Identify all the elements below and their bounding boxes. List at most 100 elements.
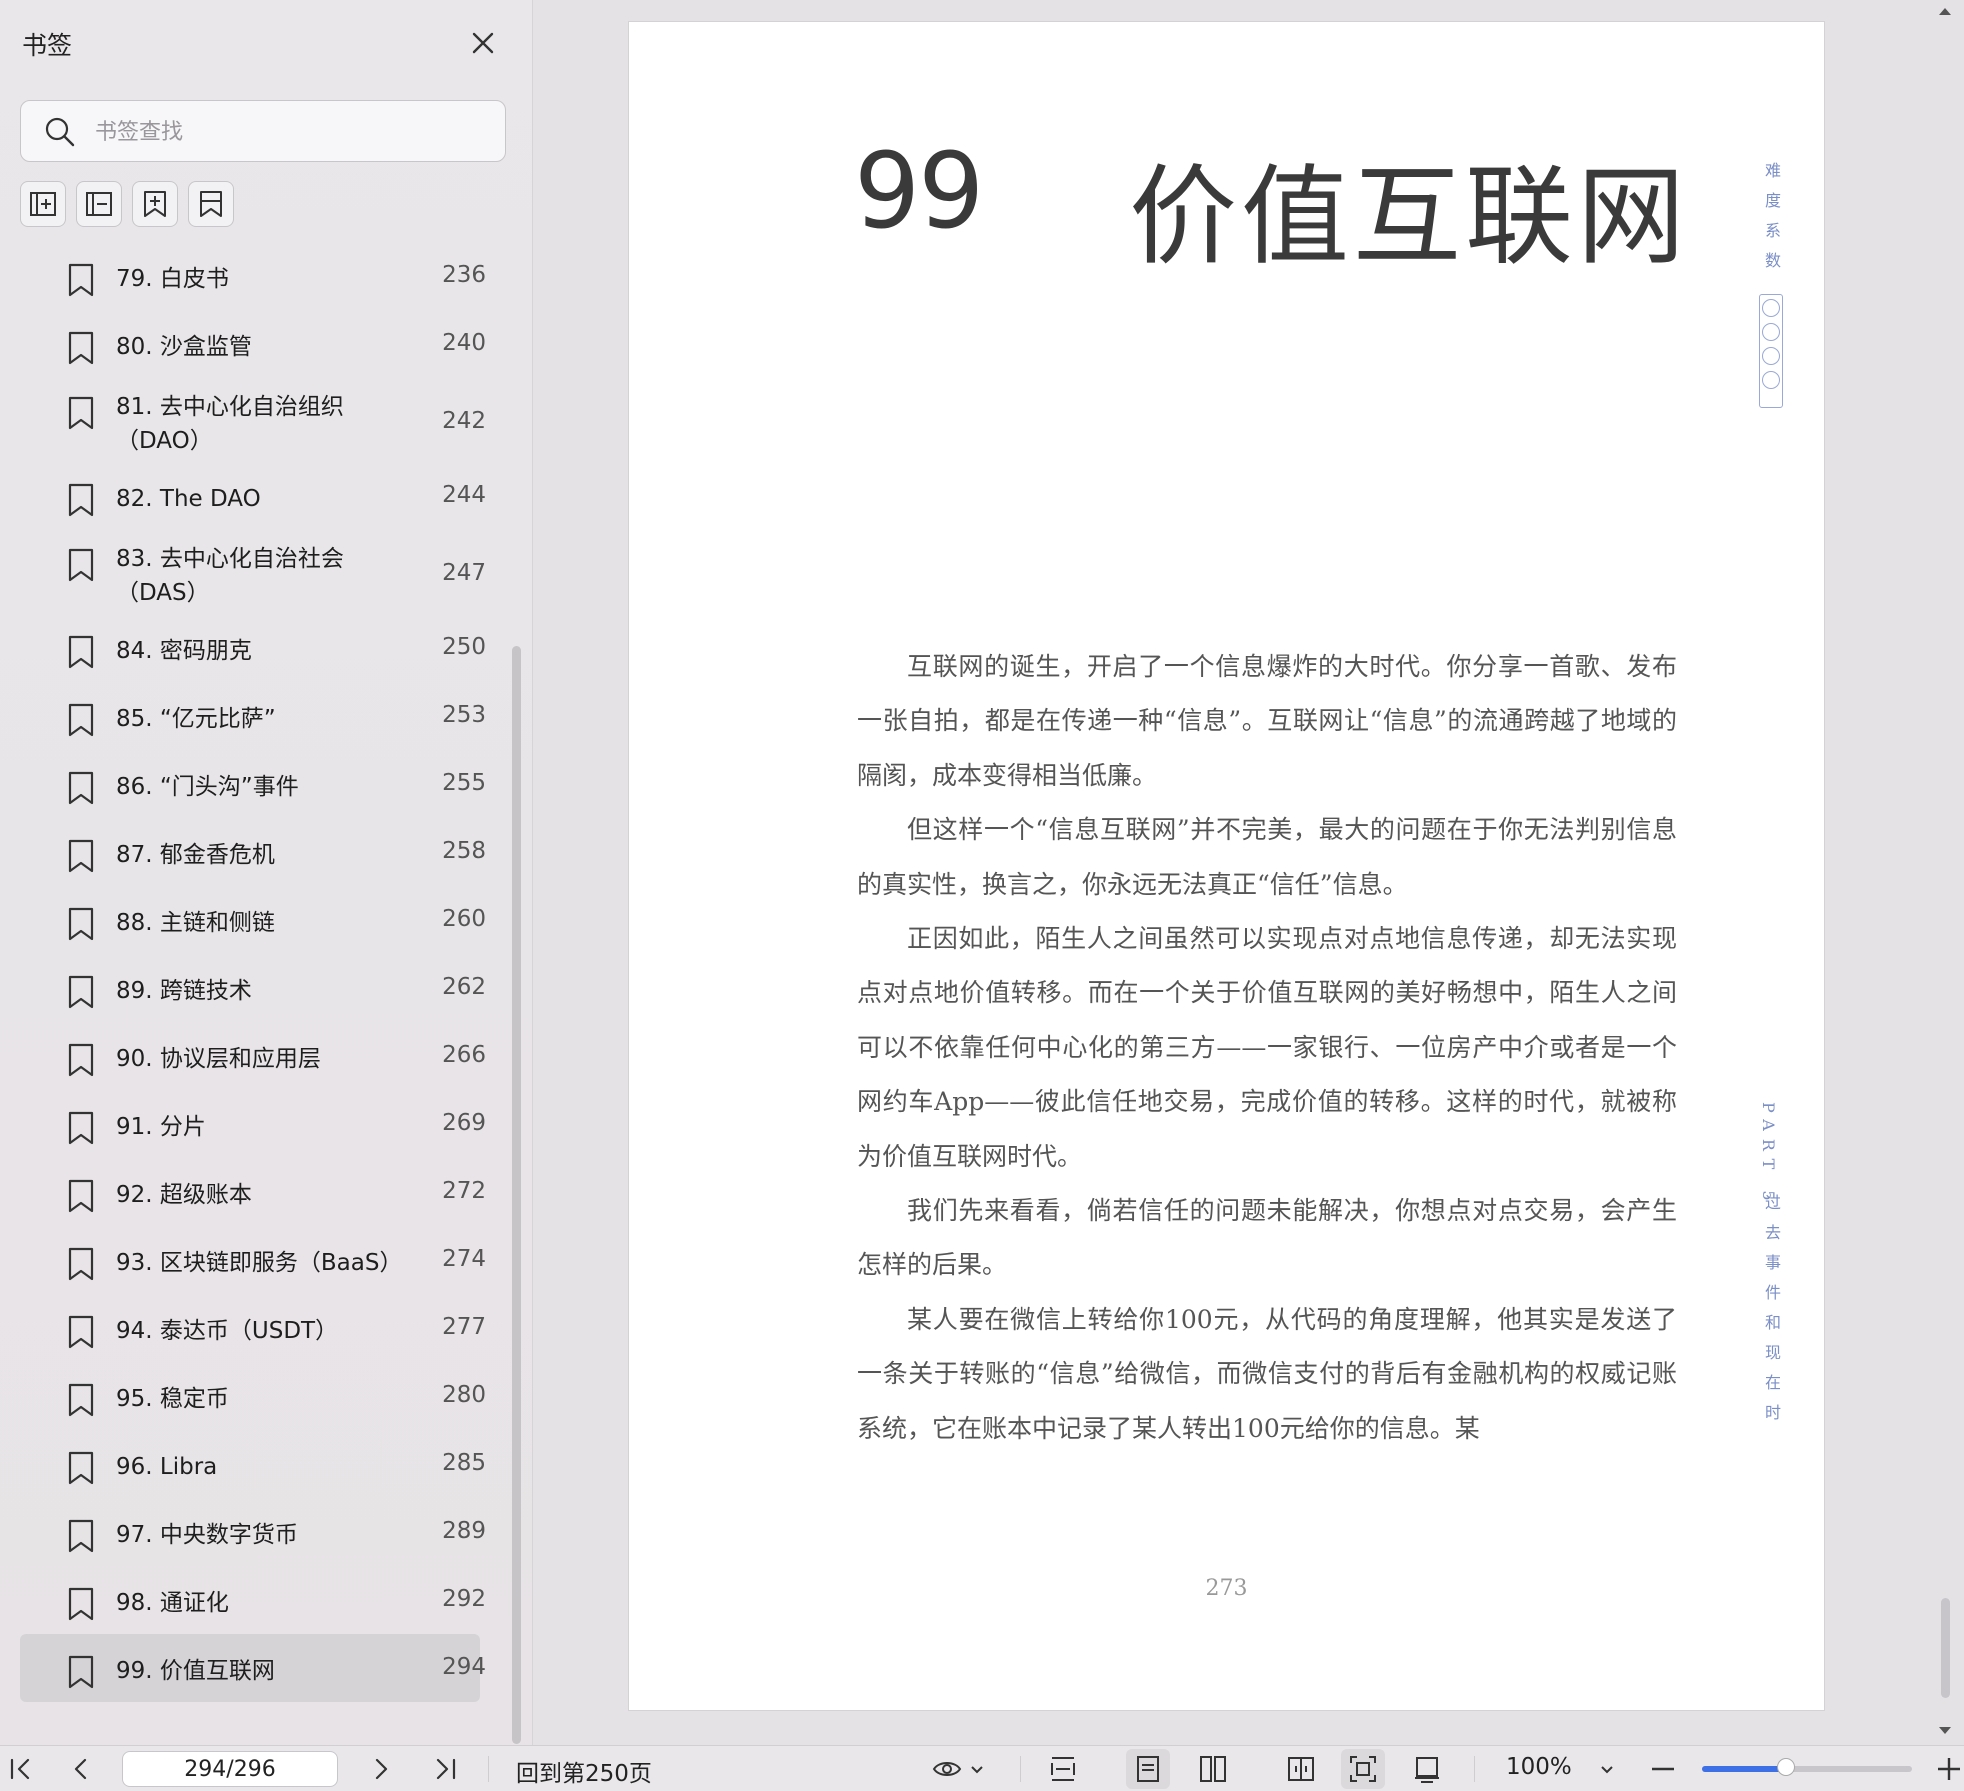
expand-all-icon — [30, 192, 56, 216]
bookmark-item[interactable]: 79. 白皮书 236 — [20, 246, 486, 314]
bookmark-icon — [68, 483, 94, 517]
bookmark-label: 97. 中央数字货币 — [116, 1522, 298, 1548]
last-page-icon[interactable] — [430, 1754, 460, 1784]
chevron-down-icon[interactable] — [966, 1754, 988, 1784]
page-number-input[interactable] — [122, 1751, 338, 1787]
bookmark-label: 79. 白皮书 — [116, 266, 229, 292]
bookmark-item[interactable]: 87. 郁金香危机 258 — [20, 822, 486, 890]
next-page-icon[interactable] — [366, 1754, 396, 1784]
bookmark-item[interactable]: 94. 泰达币（USDT） 277 — [20, 1298, 486, 1366]
bookmark-item[interactable]: 82. The DAO 244 — [20, 466, 486, 534]
bookmark-icon — [68, 1247, 94, 1281]
scroll-up-icon[interactable] — [1938, 6, 1952, 16]
fit-page-icon[interactable] — [1348, 1754, 1378, 1784]
bookmark-item[interactable]: 92. 超级账本 272 — [20, 1162, 486, 1230]
bookmark-icon — [68, 548, 94, 582]
bookmark-label: 90. 协议层和应用层 — [116, 1046, 321, 1072]
return-to-page-link[interactable]: 回到第250页 — [516, 1754, 652, 1788]
chapter-number: 99 — [854, 130, 984, 252]
zoom-slider-fill — [1702, 1766, 1786, 1772]
bookmark-page-number: 247 — [442, 560, 486, 586]
body-paragraph: 但这样一个“信息互联网”并不完美，最大的问题在于你无法判别信息的真实性，换言之，… — [857, 815, 1677, 899]
chapter-title: 价值互联网 — [1129, 155, 1690, 280]
bookmark-item[interactable]: 99. 价值互联网 294 — [20, 1634, 486, 1702]
body-paragraph: 某人要在微信上转给你100元，从代码的角度理解，他其实是发送了一条关于转账的“信… — [857, 1304, 1677, 1443]
bookmark-label: 80. 沙盒监管 — [116, 334, 252, 360]
search-box — [20, 100, 506, 162]
previous-page-icon[interactable] — [66, 1754, 96, 1784]
bookmark-item[interactable]: 86. “门头沟”事件 255 — [20, 754, 486, 822]
bookmark-label: 89. 跨链技术 — [116, 978, 252, 1004]
bookmark-page-number: 240 — [442, 330, 486, 356]
body-paragraph: 我们先来看看，倘若信任的问题未能解决，你想点对点交易，会产生怎样的后果。 — [857, 1196, 1677, 1280]
chevron-down-icon[interactable] — [1596, 1754, 1618, 1784]
book-view-icon[interactable] — [1286, 1754, 1316, 1784]
bookmark-label: 93. 区块链即服务（BaaS） — [116, 1250, 403, 1276]
panel-title: 书签 — [22, 31, 73, 60]
single-page-icon[interactable] — [1133, 1754, 1163, 1784]
presentation-icon[interactable] — [1412, 1754, 1442, 1784]
bookmark-label: 92. 超级账本 — [116, 1182, 252, 1208]
bookmark-page-number: 260 — [442, 906, 486, 932]
body-paragraph: 互联网的诞生，开启了一个信息爆炸的大时代。你分享一首歌、发布一张自拍，都是在传递… — [857, 652, 1677, 790]
bookmark-item[interactable]: 91. 分片 269 — [20, 1094, 486, 1162]
bookmark-icon — [68, 839, 94, 873]
close-icon[interactable] — [468, 28, 498, 58]
bookmark-page-number: 250 — [442, 634, 486, 660]
bookmark-page-number: 236 — [442, 262, 486, 288]
bookmark-item[interactable]: 90. 协议层和应用层 266 — [20, 1026, 486, 1094]
bookmark-label: 84. 密码朋克 — [116, 638, 252, 664]
sidebar-scrollbar[interactable] — [512, 646, 521, 1744]
add-bookmark-icon — [144, 191, 166, 217]
scroll-down-icon[interactable] — [1938, 1726, 1952, 1736]
bookmark-page-number: 244 — [442, 482, 486, 508]
bookmark-item[interactable]: 88. 主链和侧链 260 — [20, 890, 486, 958]
bookmark-icon — [68, 1043, 94, 1077]
search-icon — [45, 117, 75, 147]
bottom-toolbar: 回到第250页 100% — [0, 1745, 1964, 1791]
bookmark-item[interactable]: 89. 跨链技术 262 — [20, 958, 486, 1026]
expand-all-button[interactable] — [20, 181, 66, 227]
bookmark-item[interactable]: 83. 去中心化自治社会（DAS） 247 — [20, 534, 486, 618]
fit-width-icon[interactable] — [1048, 1754, 1078, 1784]
bookmark-page-number: 280 — [442, 1382, 486, 1408]
document-viewport: 99 价值互联网 难度系数 互联网的诞生，开启了一个信息爆炸的大时代。你分享一首… — [533, 0, 1964, 1745]
bookmark-page-number: 258 — [442, 838, 486, 864]
eye-icon[interactable] — [932, 1754, 962, 1784]
zoom-slider[interactable] — [1702, 1758, 1912, 1776]
first-page-icon[interactable] — [6, 1754, 36, 1784]
document-page: 99 价值互联网 难度系数 互联网的诞生，开启了一个信息爆炸的大时代。你分享一首… — [629, 22, 1824, 1710]
collapse-all-button[interactable] — [76, 181, 122, 227]
zoom-out-icon[interactable] — [1648, 1754, 1678, 1784]
bookmark-item[interactable]: 95. 稳定币 280 — [20, 1366, 486, 1434]
bookmark-icon — [68, 1587, 94, 1621]
part-label: PART 5 — [1759, 1102, 1778, 1209]
bookmark-item[interactable]: 97. 中央数字货币 289 — [20, 1502, 486, 1570]
bookmark-item[interactable]: 85. “亿元比萨” 253 — [20, 686, 486, 754]
bookmark-page-number: 285 — [442, 1450, 486, 1476]
bookmark-page-number: 266 — [442, 1042, 486, 1068]
bookmark-button[interactable] — [188, 181, 234, 227]
bookmark-label: 95. 稳定币 — [116, 1386, 229, 1412]
toolbar-divider — [488, 1756, 489, 1782]
bookmark-label: 88. 主链和侧链 — [116, 910, 275, 936]
bookmark-icon — [68, 703, 94, 737]
two-page-icon[interactable] — [1198, 1754, 1228, 1784]
bookmark-item[interactable]: 81. 去中心化自治组织（DAO） 242 — [20, 382, 486, 466]
bookmark-page-number: 242 — [442, 408, 486, 434]
bookmark-item[interactable]: 96. Libra 285 — [20, 1434, 486, 1502]
bookmark-item[interactable]: 84. 密码朋克 250 — [20, 618, 486, 686]
toolbar-divider — [1020, 1756, 1021, 1782]
chapter-body: 互联网的诞生，开启了一个信息爆炸的大时代。你分享一首歌、发布一张自拍，都是在传递… — [857, 640, 1677, 1456]
bookmark-item[interactable]: 80. 沙盒监管 240 — [20, 314, 486, 382]
bookmark-icon — [68, 635, 94, 669]
bookmark-item[interactable]: 98. 通证化 292 — [20, 1570, 486, 1638]
bookmark-item[interactable]: 93. 区块链即服务（BaaS） 274 — [20, 1230, 486, 1298]
add-bookmark-button[interactable] — [132, 181, 178, 227]
zoom-level[interactable]: 100% — [1506, 1754, 1572, 1780]
bookmark-search-input[interactable] — [93, 111, 497, 153]
body-paragraph: 正因如此，陌生人之间虽然可以实现点对点地信息传递，却无法实现点对点地价值转移。而… — [857, 924, 1677, 1171]
zoom-slider-knob[interactable] — [1777, 1758, 1795, 1776]
document-scrollbar[interactable] — [1941, 1598, 1950, 1698]
zoom-in-icon[interactable] — [1934, 1754, 1964, 1784]
